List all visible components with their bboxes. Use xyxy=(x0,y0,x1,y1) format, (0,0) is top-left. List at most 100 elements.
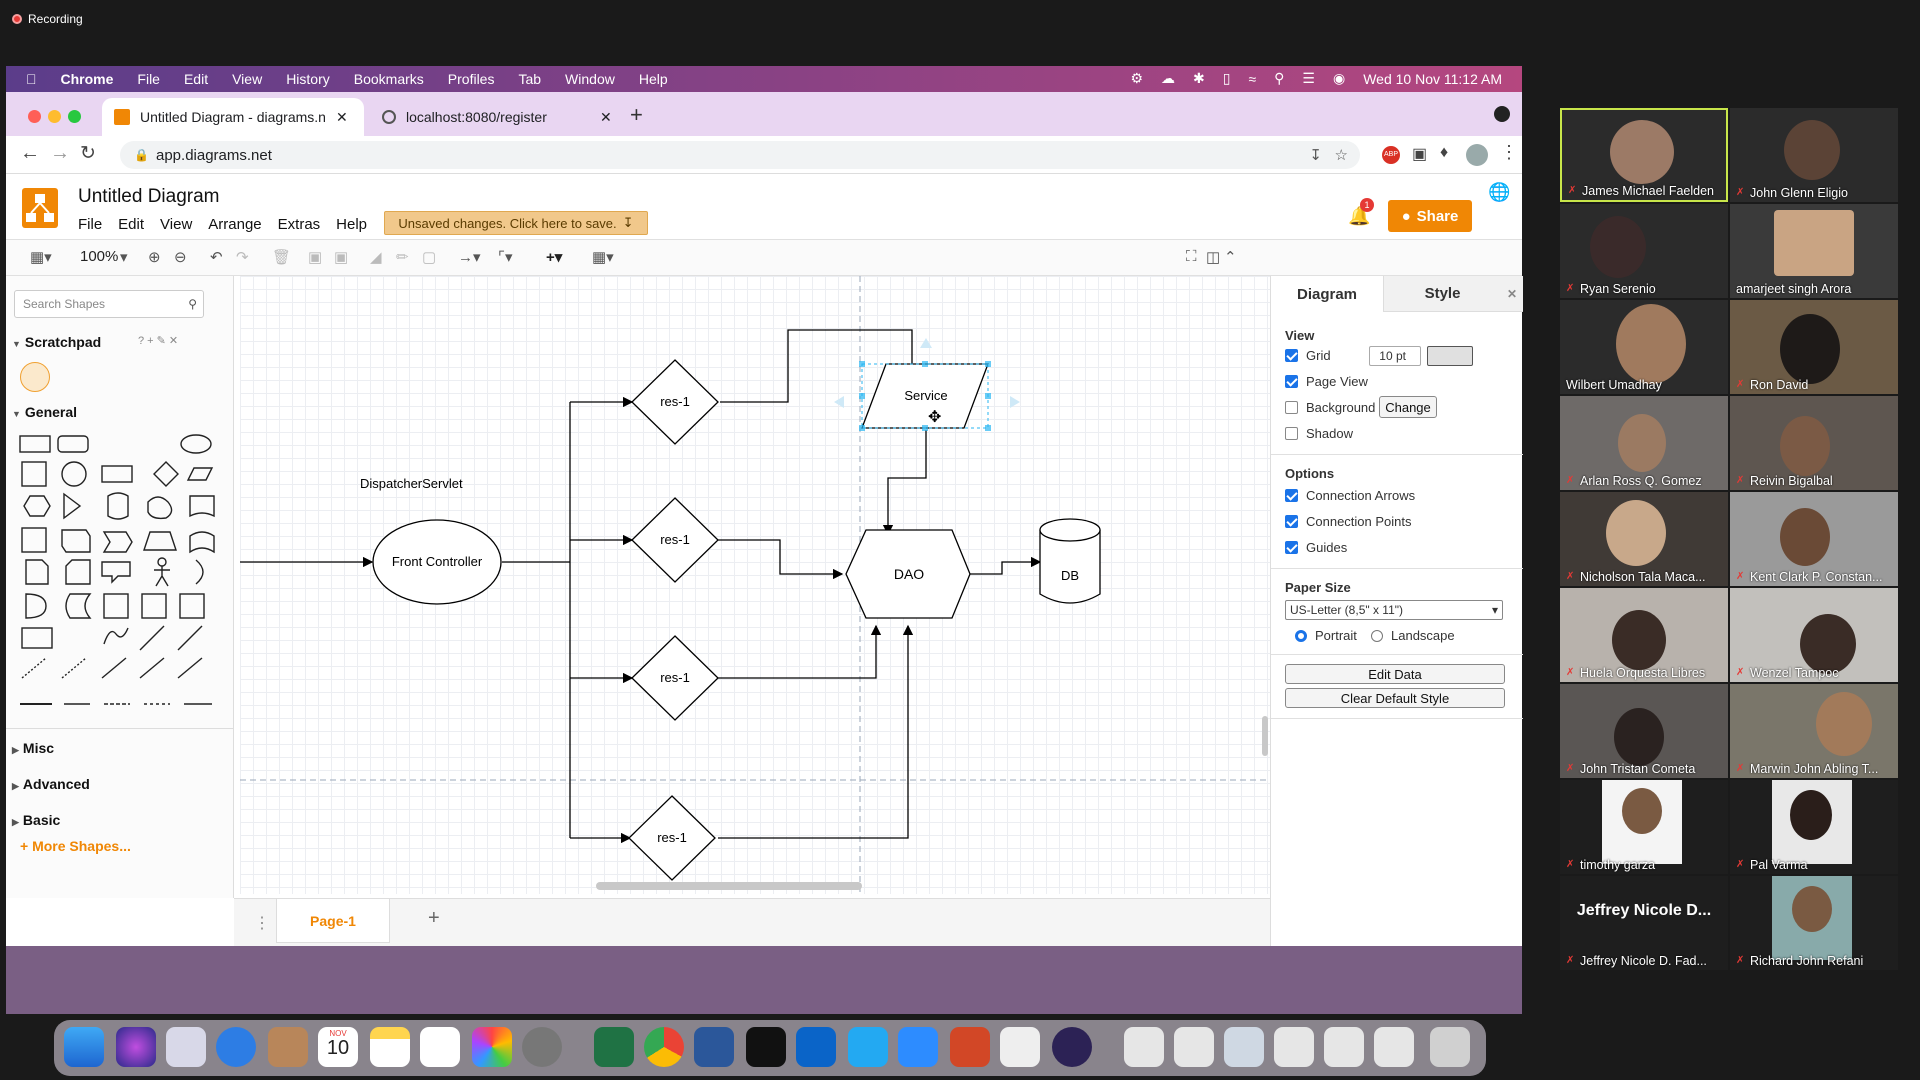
language-globe-icon[interactable]: 🌐 xyxy=(1488,182,1510,203)
vertical-scrollbar[interactable] xyxy=(1262,716,1268,756)
menu-bookmarks[interactable]: Bookmarks xyxy=(354,71,424,87)
cloud-icon[interactable]: ☁ xyxy=(1161,70,1175,87)
apple-icon[interactable]:  xyxy=(26,71,37,87)
scratchpad-header[interactable]: ▼ Scratchpad xyxy=(12,334,101,350)
menu-chrome[interactable]: Chrome xyxy=(61,71,114,87)
app-menu-extras[interactable]: Extras xyxy=(278,216,321,233)
bluetooth-icon[interactable]: ✱ xyxy=(1193,70,1205,87)
recent-doc-icon[interactable] xyxy=(1374,1027,1414,1067)
participant-tile[interactable]: ✗ Marwin John Abling T... xyxy=(1730,684,1898,778)
grid-color-swatch[interactable] xyxy=(1427,346,1473,366)
participant-tile[interactable]: ✗ James Michael Faelden xyxy=(1560,108,1728,202)
finder-icon[interactable] xyxy=(64,1027,104,1067)
recent-doc-icon[interactable] xyxy=(1324,1027,1364,1067)
grid-size-input[interactable]: 10 pt xyxy=(1369,346,1421,366)
participant-tile[interactable]: ✗ Huela Orquesta Libres xyxy=(1560,588,1728,682)
to-front-icon[interactable]: ▣ xyxy=(308,248,322,266)
eclipse-icon[interactable] xyxy=(1052,1027,1092,1067)
zoom-select[interactable]: 100% xyxy=(80,248,118,265)
res1-c-label[interactable]: res-1 xyxy=(632,670,718,685)
close-panel-icon[interactable]: ✕ xyxy=(1501,276,1523,312)
extension-icon[interactable]: ▣ xyxy=(1412,144,1427,164)
general-header[interactable]: ▼ General xyxy=(12,404,77,420)
connection-arrows-checkbox[interactable]: Connection Arrows xyxy=(1285,488,1415,503)
menu-tab[interactable]: Tab xyxy=(518,71,541,87)
more-shapes-button[interactable]: + More Shapes... xyxy=(20,838,131,854)
add-page-icon[interactable]: + xyxy=(428,907,440,930)
portrait-radio[interactable]: Portrait xyxy=(1295,628,1357,643)
profile-avatar[interactable] xyxy=(1466,144,1488,166)
vscode-icon[interactable] xyxy=(848,1027,888,1067)
trash-icon[interactable] xyxy=(1430,1027,1470,1067)
dao-label[interactable]: DAO xyxy=(850,566,968,582)
paper-size-select[interactable]: US-Letter (8,5" x 11") ▾ xyxy=(1285,600,1503,620)
connection-points-checkbox[interactable]: Connection Points xyxy=(1285,514,1412,529)
script-editor-icon[interactable] xyxy=(1000,1027,1040,1067)
participant-tile[interactable]: ✗ Ron David xyxy=(1730,300,1898,394)
clear-default-style-button[interactable]: Clear Default Style xyxy=(1285,688,1505,708)
tab-localhost[interactable]: localhost:8080/register ✕ xyxy=(370,98,616,136)
battery-icon[interactable]: ▯ xyxy=(1223,70,1231,87)
excel-icon[interactable] xyxy=(594,1027,634,1067)
zoom-in-icon[interactable]: ⊕ xyxy=(148,248,161,266)
participant-tile[interactable]: Jeffrey Nicole D... ✗ Jeffrey Nicole D. Fa… xyxy=(1560,876,1728,970)
participant-tile[interactable]: ✗ Pal Varma xyxy=(1730,780,1898,874)
db-label[interactable]: DB xyxy=(1040,568,1100,583)
zoom-dropdown-icon[interactable]: ▾ xyxy=(120,248,128,266)
participant-tile[interactable]: ✗ John Tristan Cometa xyxy=(1560,684,1728,778)
insert-icon[interactable]: +▾ xyxy=(546,248,562,266)
search-shapes-input[interactable]: Search Shapes ⚲ xyxy=(14,290,204,318)
recent-doc-icon[interactable] xyxy=(1174,1027,1214,1067)
dispatcher-servlet-label[interactable]: DispatcherServlet xyxy=(360,476,463,491)
siri-icon[interactable] xyxy=(116,1027,156,1067)
outlook-icon[interactable] xyxy=(796,1027,836,1067)
fullscreen-icon[interactable]: ⛶ xyxy=(1186,248,1197,265)
puzzle-icon[interactable]: ♦ xyxy=(1440,144,1448,162)
advanced-header[interactable]: ▶ Advanced xyxy=(12,776,90,792)
shadow-icon[interactable]: ▢ xyxy=(422,248,436,266)
page-view-checkbox[interactable]: Page View xyxy=(1285,374,1368,389)
tab-diagram[interactable]: Diagram xyxy=(1271,276,1383,312)
menu-help[interactable]: Help xyxy=(639,71,668,87)
menu-edit[interactable]: Edit xyxy=(184,71,208,87)
landscape-radio[interactable]: Landscape xyxy=(1371,628,1455,643)
participant-tile[interactable]: ✗ Wenzel Tampoc xyxy=(1730,588,1898,682)
powerpoint-icon[interactable] xyxy=(950,1027,990,1067)
siri-icon[interactable]: ◉ xyxy=(1333,70,1345,87)
app-menu-edit[interactable]: Edit xyxy=(118,216,144,233)
participant-tile[interactable]: Wilbert Umadhay xyxy=(1560,300,1728,394)
terminal-icon[interactable] xyxy=(746,1027,786,1067)
to-back-icon[interactable]: ▣ xyxy=(334,248,348,266)
app-menu-view[interactable]: View xyxy=(160,216,192,233)
participant-tile[interactable]: ✗ John Glenn Eligio xyxy=(1730,108,1898,202)
res1-a-label[interactable]: res-1 xyxy=(632,394,718,409)
line-styles[interactable] xyxy=(16,696,216,712)
contacts-icon[interactable] xyxy=(268,1027,308,1067)
close-tab-icon[interactable]: ✕ xyxy=(600,109,612,126)
line-color-icon[interactable]: ✏ xyxy=(396,248,409,266)
format-toggle-icon[interactable]: ◫ xyxy=(1206,248,1220,266)
bookmark-star-icon[interactable]: ☆ xyxy=(1335,146,1348,164)
diagram-canvas[interactable]: ✥ DispatcherServlet Front Controller res… xyxy=(240,276,1270,894)
participant-tile[interactable]: ✗ Reivin Bigalbal xyxy=(1730,396,1898,490)
share-button[interactable]: ● Share xyxy=(1388,200,1472,232)
shadow-checkbox[interactable]: Shadow xyxy=(1285,426,1353,441)
zoom-icon[interactable] xyxy=(898,1027,938,1067)
service-label[interactable]: Service xyxy=(876,388,976,403)
app-menu-arrange[interactable]: Arrange xyxy=(208,216,261,233)
connection-icon[interactable]: →▾ xyxy=(458,248,481,266)
notes-icon[interactable] xyxy=(370,1027,410,1067)
clock-text[interactable]: Wed 10 Nov 11:12 AM xyxy=(1363,71,1502,87)
scratchpad-item[interactable] xyxy=(20,362,50,392)
calendar-icon[interactable]: NOV 10 xyxy=(318,1027,358,1067)
undo-icon[interactable]: ↶ xyxy=(210,248,223,266)
control-center-icon[interactable]: ⚙ xyxy=(1130,70,1143,87)
format-panel-icon[interactable]: ▦▾ xyxy=(30,248,52,266)
install-icon[interactable]: ↧ xyxy=(1309,146,1322,164)
minimize-window-icon[interactable] xyxy=(48,110,61,123)
menu-history[interactable]: History xyxy=(286,71,330,87)
change-background-button[interactable]: Change xyxy=(1379,396,1437,418)
page-tab-1[interactable]: Page-1 xyxy=(276,899,390,943)
close-tab-icon[interactable]: ✕ xyxy=(336,109,348,126)
participant-tile[interactable]: ✗ Arlan Ross Q. Gomez xyxy=(1560,396,1728,490)
